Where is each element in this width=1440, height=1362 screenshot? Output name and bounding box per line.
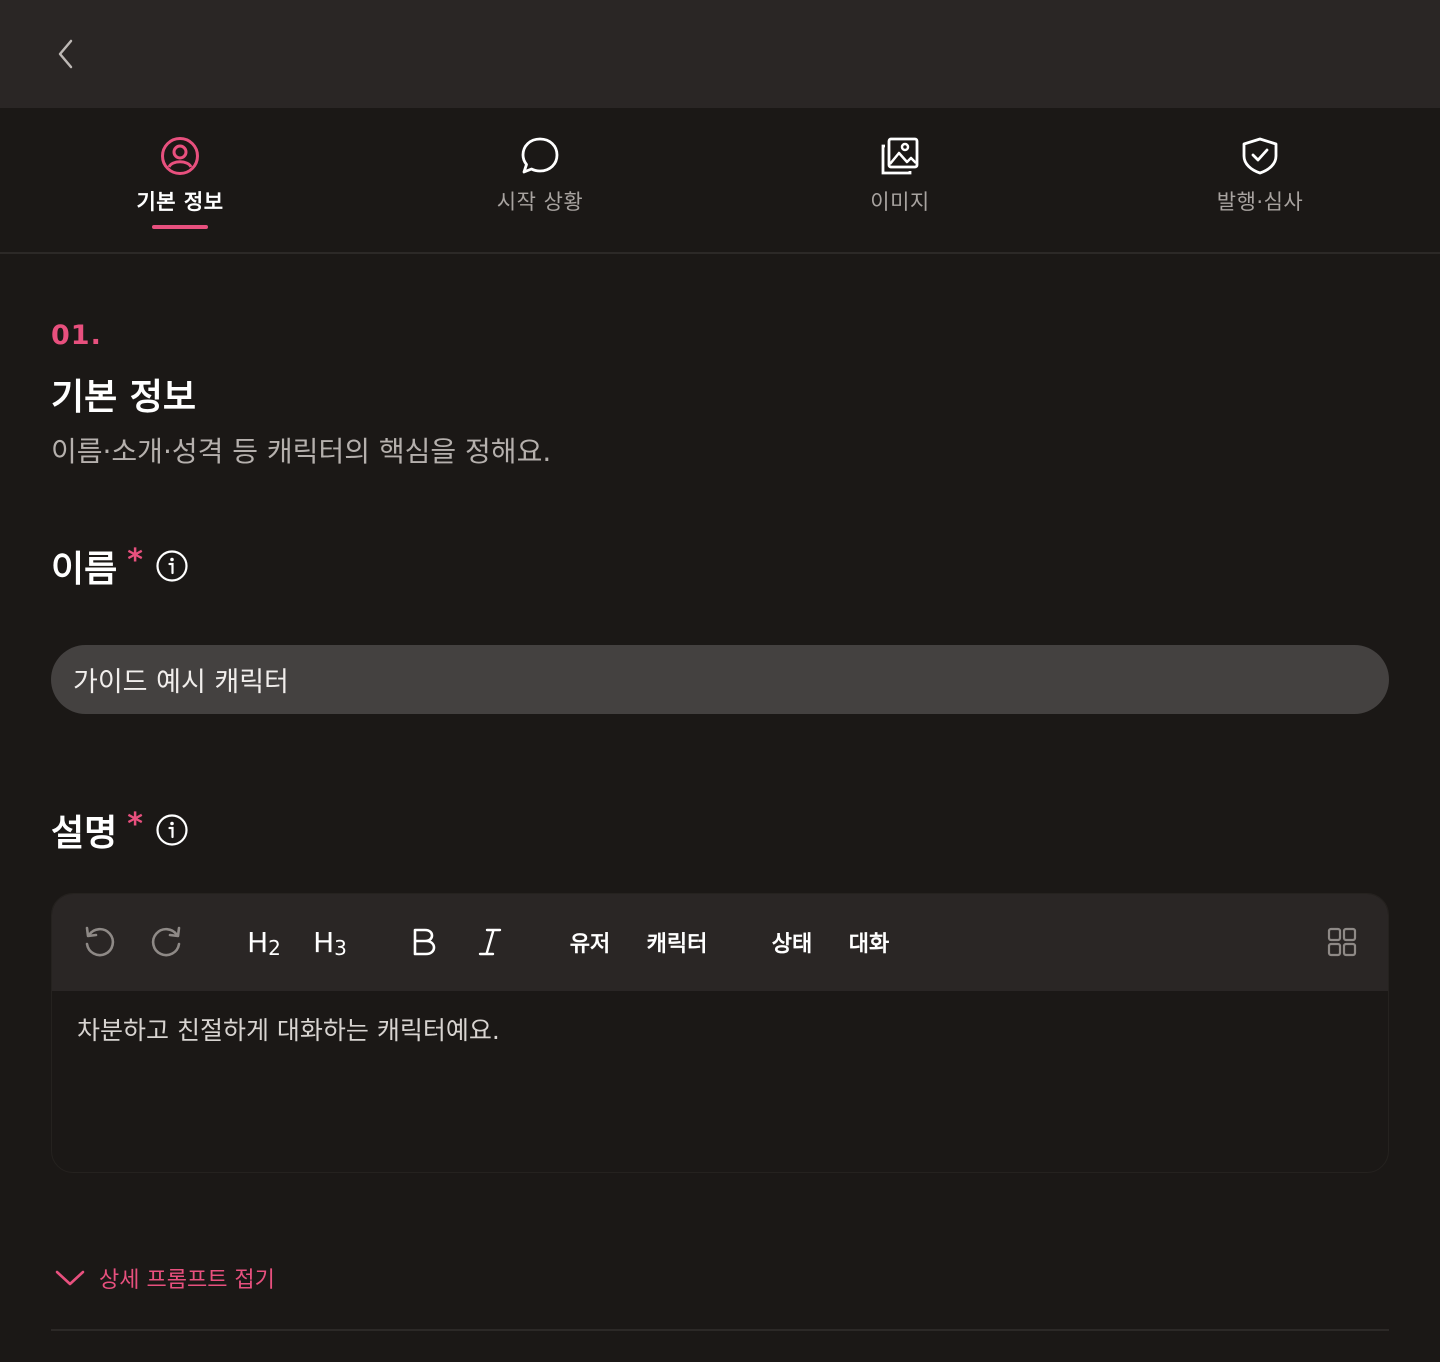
- undo-button[interactable]: [78, 916, 120, 968]
- description-field-label: 설명 *: [51, 804, 189, 856]
- section-number: 01.: [51, 320, 102, 351]
- step-tabs: 기본 정보 시작 상황 이미지 발행·심사: [0, 108, 1440, 254]
- shield-check-icon: [1240, 136, 1280, 176]
- image-gallery-icon: [880, 136, 920, 176]
- required-mark: *: [127, 806, 143, 842]
- insert-dialogue-button[interactable]: 대화: [841, 916, 897, 968]
- italic-icon: [478, 928, 502, 956]
- description-editor: H2 H3 유저 캐릭터 상태 대화 차분하고 친절하게 대화하는 캐릭터예요.: [51, 893, 1389, 1173]
- redo-icon: [151, 926, 181, 957]
- h2-sub: 2: [268, 936, 281, 960]
- italic-button[interactable]: [472, 916, 508, 968]
- chevron-down-icon: [55, 1270, 85, 1286]
- redo-button[interactable]: [146, 916, 188, 968]
- collapse-label: 상세 프롬프트 접기: [99, 1268, 275, 1293]
- collapse-detail-prompt-toggle[interactable]: 상세 프롬프트 접기: [55, 1262, 275, 1294]
- h3-label: H: [313, 925, 335, 959]
- h2-label: H: [247, 925, 269, 959]
- heading2-button[interactable]: H2: [242, 916, 286, 968]
- tab-label: 시작 상황: [496, 190, 584, 214]
- grid-icon: [1327, 927, 1357, 957]
- tab-start-situation[interactable]: 시작 상황: [360, 108, 720, 252]
- bold-icon: [413, 928, 436, 956]
- info-icon[interactable]: [155, 813, 189, 847]
- undo-icon: [85, 926, 115, 957]
- info-icon[interactable]: [155, 549, 189, 583]
- tab-label: 발행·심사: [1216, 190, 1304, 214]
- user-circle-icon: [160, 136, 200, 176]
- tab-publish-review[interactable]: 발행·심사: [1080, 108, 1440, 252]
- insert-character-button[interactable]: 캐릭터: [640, 916, 714, 968]
- heading3-button[interactable]: H3: [308, 916, 352, 968]
- divider: [51, 1329, 1389, 1331]
- name-label: 이름: [51, 549, 118, 590]
- h3-sub: 3: [334, 936, 347, 960]
- tab-image[interactable]: 이미지: [720, 108, 1080, 252]
- active-tab-indicator: [152, 225, 208, 229]
- tab-label: 이미지: [870, 190, 930, 214]
- tab-basic-info[interactable]: 기본 정보: [0, 108, 360, 252]
- tab-label: 기본 정보: [136, 190, 224, 214]
- section-title: 기본 정보: [51, 377, 197, 418]
- insert-status-button[interactable]: 상태: [764, 916, 820, 968]
- name-field-label: 이름 *: [51, 540, 189, 592]
- description-label: 설명: [51, 813, 118, 854]
- editor-toolbar: H2 H3 유저 캐릭터 상태 대화: [52, 894, 1388, 991]
- editor-content[interactable]: 차분하고 친절하게 대화하는 캐릭터예요.: [77, 1011, 500, 1047]
- top-bar: [0, 0, 1440, 108]
- more-tools-button[interactable]: [1322, 916, 1362, 968]
- name-input[interactable]: [51, 645, 1389, 714]
- chevron-left-icon: [58, 39, 73, 69]
- required-mark: *: [127, 542, 143, 578]
- back-button[interactable]: [44, 32, 88, 76]
- chat-bubble-icon: [520, 136, 560, 176]
- bold-button[interactable]: [406, 916, 442, 968]
- section-description: 이름·소개·성격 등 캐릭터의 핵심을 정해요.: [51, 435, 552, 468]
- insert-user-button[interactable]: 유저: [562, 916, 618, 968]
